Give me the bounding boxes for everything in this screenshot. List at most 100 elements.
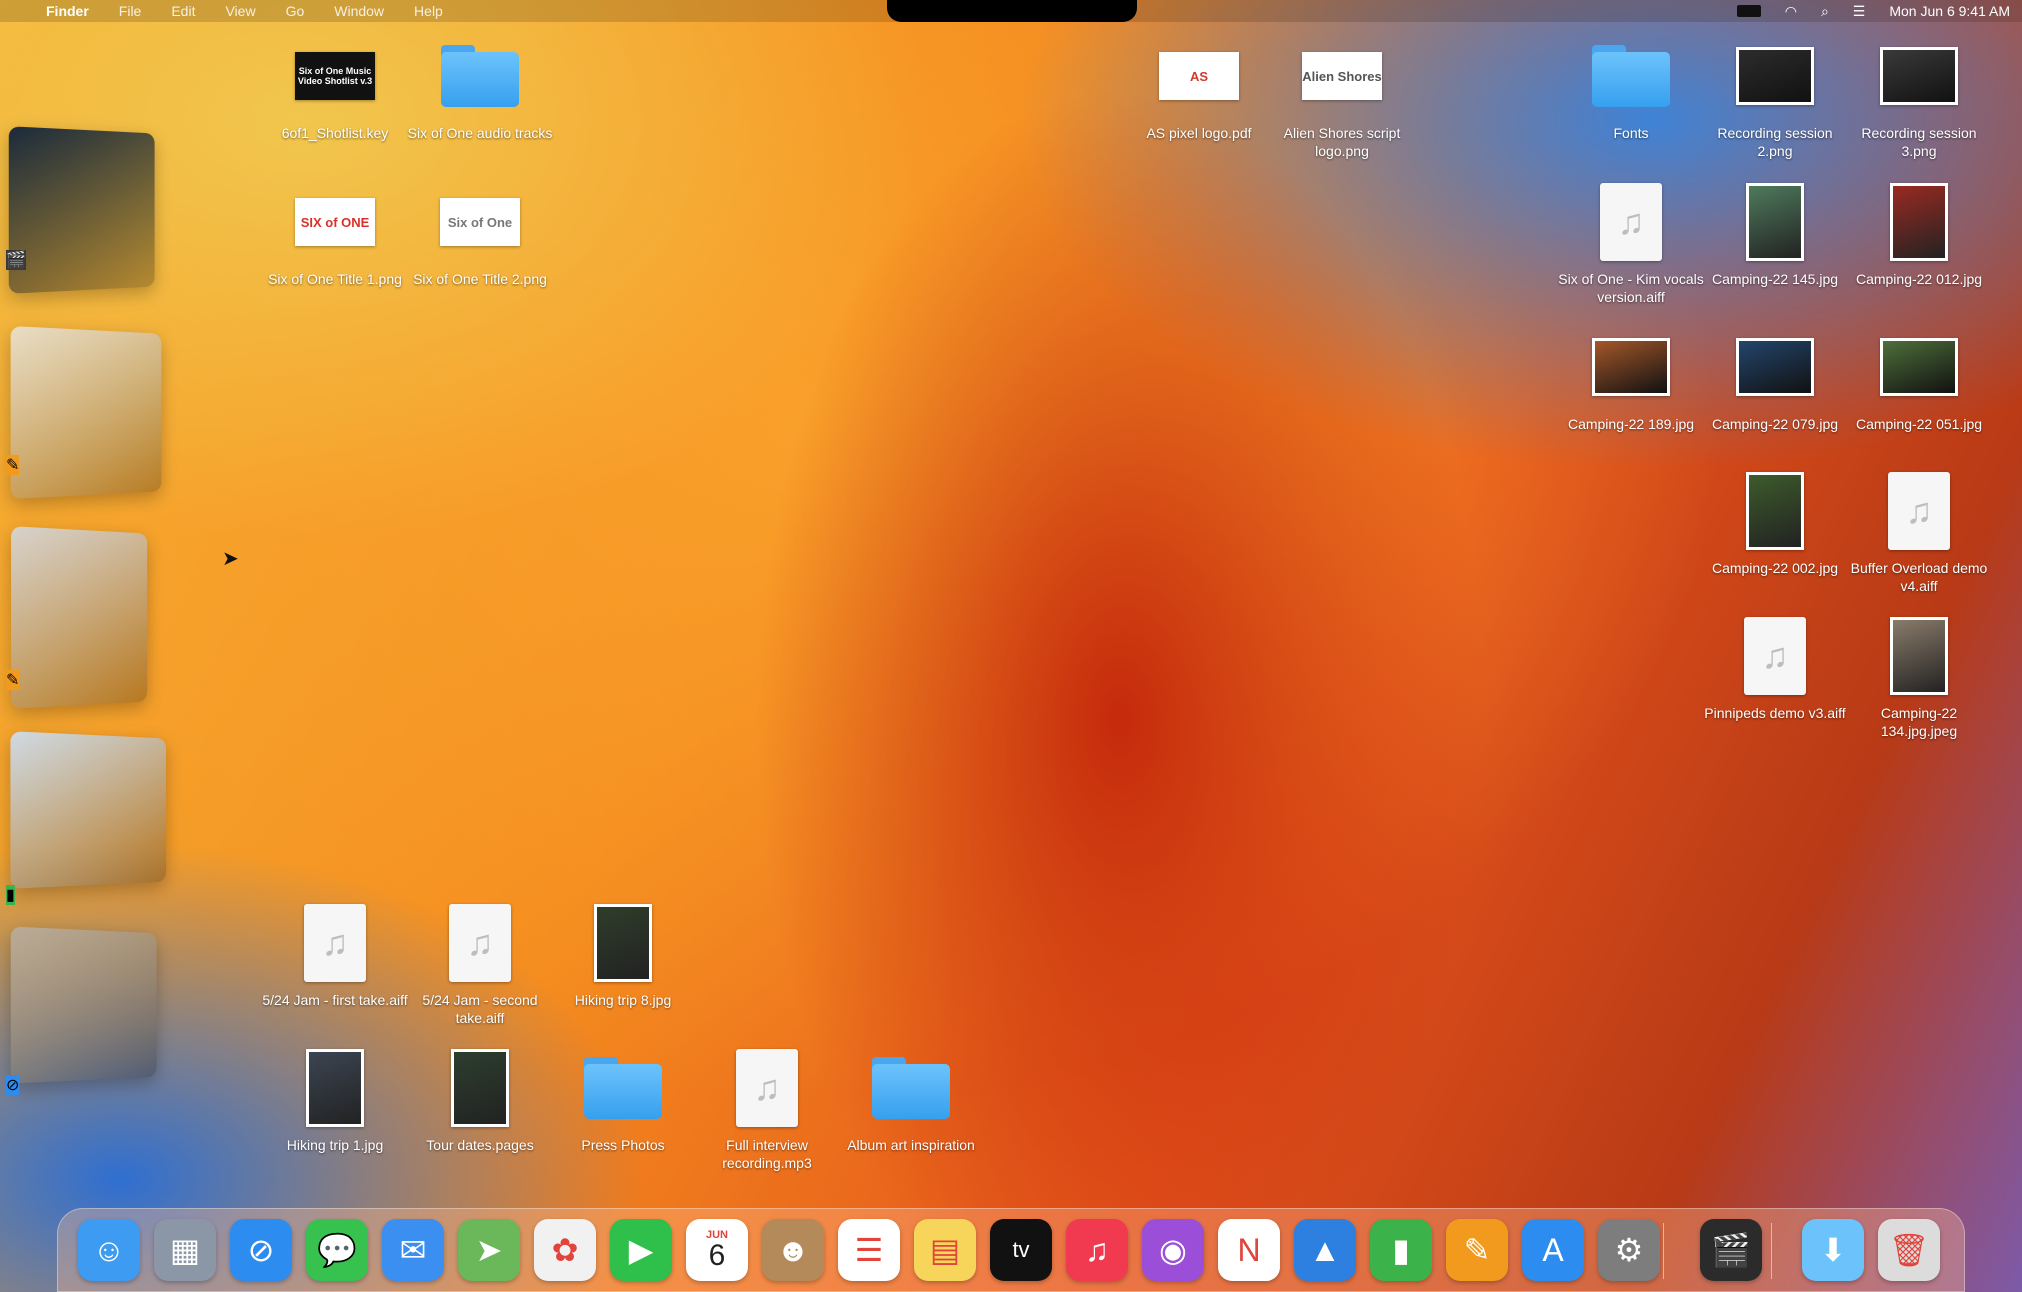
music-icon[interactable]: ♫ (1066, 1219, 1128, 1281)
apple-tv-icon[interactable]: tv (990, 1219, 1052, 1281)
desktop-icon[interactable]: Six of One audio tracks (405, 36, 555, 142)
desktop-icon[interactable]: Camping-22 012.jpg (1844, 182, 1994, 288)
file-thumbnail (1591, 327, 1671, 407)
menu-view[interactable]: View (225, 3, 255, 19)
desktop-icon-label: Alien Shores script logo.png (1283, 125, 1401, 159)
desktop-icon[interactable]: Camping-22 079.jpg (1700, 327, 1850, 433)
desktop-icon[interactable]: Press Photos (548, 1048, 698, 1154)
file-thumbnail (440, 1048, 520, 1128)
reminders-icon[interactable]: ☰ (838, 1219, 900, 1281)
desktop-icon-label: Tour dates.pages (426, 1137, 534, 1153)
photos-icon[interactable]: ✿ (534, 1219, 596, 1281)
desktop-icon[interactable]: ♫ Full interview recording.mp3 (692, 1048, 842, 1172)
desktop-icon[interactable]: Camping-22 145.jpg (1700, 182, 1850, 288)
file-thumbnail (583, 903, 663, 983)
file-thumbnail (295, 1048, 375, 1128)
desktop-icon[interactable]: AS AS pixel logo.pdf (1124, 36, 1274, 142)
launchpad-icon[interactable]: ▦ (154, 1219, 216, 1281)
audio-file-icon: ♫ (295, 903, 375, 983)
final-cut-pro-icon[interactable]: 🎬 (1700, 1219, 1762, 1281)
file-thumbnail (1735, 327, 1815, 407)
desktop-icon-label: Camping-22 145.jpg (1711, 271, 1839, 287)
desktop-icon[interactable]: SIX of ONE Six of One Title 1.png (260, 182, 410, 288)
desktop-icon-label: Camping-22 002.jpg (1711, 560, 1839, 576)
mail-icon[interactable]: ✉ (382, 1219, 444, 1281)
safari-icon[interactable]: ⊘ (230, 1219, 292, 1281)
folder-icon (440, 36, 520, 116)
mouse-pointer-icon: ➤ (222, 548, 239, 570)
stage-manager-group[interactable] (10, 325, 162, 500)
menu-go[interactable]: Go (286, 3, 305, 19)
finder-icon[interactable]: ☺ (78, 1219, 140, 1281)
desktop-icon-label: Six of One Title 1.png (268, 271, 402, 287)
desktop-icon-label: Camping-22 012.jpg (1855, 271, 1983, 287)
desktop-icon-label: Buffer Overload demo v4.aiff (1850, 560, 1988, 594)
desktop-icon[interactable]: Fonts (1556, 36, 1706, 142)
app-badge-icon: ✎ (6, 670, 20, 690)
desktop-icon[interactable]: Six of One Music Video Shotlist v.3 6of1_… (260, 36, 410, 142)
desktop-icon[interactable]: ♫ 5/24 Jam - first take.aiff (260, 903, 410, 1009)
numbers-icon[interactable]: ▮ (1370, 1219, 1432, 1281)
desktop-icon[interactable]: ♫ Six of One - Kim vocals version.aiff (1556, 182, 1706, 306)
file-thumbnail: Six of One (440, 182, 520, 262)
desktop-icon[interactable]: Camping-22 134.jpg.jpeg (1844, 616, 1994, 740)
podcasts-icon[interactable]: ◉ (1142, 1219, 1204, 1281)
desktop-icon[interactable]: Hiking trip 1.jpg (260, 1048, 410, 1154)
trash-icon[interactable]: 🗑 (1878, 1219, 1940, 1281)
desktop-icon-label: Camping-22 134.jpg.jpeg (1880, 705, 1958, 739)
desktop-icon[interactable]: ♫ Pinnipeds demo v3.aiff (1700, 616, 1850, 722)
menu-edit[interactable]: Edit (171, 3, 195, 19)
desktop-icon[interactable]: Camping-22 189.jpg (1556, 327, 1706, 433)
desktop-icon-label: Six of One - Kim vocals version.aiff (1558, 271, 1704, 305)
file-thumbnail: Six of One Music Video Shotlist v.3 (295, 36, 375, 116)
app-menu-finder[interactable]: Finder (46, 3, 89, 19)
audio-file-icon: ♫ (1591, 182, 1671, 262)
menu-file[interactable]: File (119, 3, 142, 19)
file-thumbnail (1879, 327, 1959, 407)
status-area: ◠ ⌕ ☰ Mon Jun 6 9:41 AM (1736, 0, 2010, 22)
stage-manager-group[interactable] (10, 926, 157, 1084)
stage-manager-group[interactable] (8, 126, 155, 294)
desktop-icon[interactable]: Six of One Six of One Title 2.png (405, 182, 555, 288)
desktop-icon[interactable]: Alien Shores Alien Shores script logo.png (1267, 36, 1417, 160)
desktop-icon-label: 6of1_Shotlist.key (281, 125, 389, 141)
desktop-icon-label: Six of One Title 2.png (413, 271, 547, 287)
desktop-icon[interactable]: ♫ Buffer Overload demo v4.aiff (1844, 471, 1994, 595)
control-center-icon[interactable]: ☰ (1853, 3, 1866, 20)
system-settings-icon[interactable]: ⚙ (1598, 1219, 1660, 1281)
maps-icon[interactable]: ➤ (458, 1219, 520, 1281)
downloads-icon[interactable]: ⬇ (1802, 1219, 1864, 1281)
facetime-icon[interactable]: ▶ (610, 1219, 672, 1281)
file-thumbnail (1735, 471, 1815, 551)
news-icon[interactable]: N (1218, 1219, 1280, 1281)
spotlight-icon[interactable]: ⌕ (1821, 3, 1829, 20)
keynote-icon[interactable]: ▲ (1294, 1219, 1356, 1281)
battery-icon[interactable] (1736, 5, 1761, 17)
clock[interactable]: Mon Jun 6 9:41 AM (1889, 3, 2010, 19)
wifi-icon[interactable]: ◠ (1785, 3, 1797, 20)
desktop-icon[interactable]: Recording session 2.png (1700, 36, 1850, 160)
stage-manager-group[interactable] (10, 731, 167, 889)
stage-manager-group[interactable] (11, 526, 148, 709)
desktop-icon-label: Full interview recording.mp3 (722, 1137, 812, 1171)
desktop-icon[interactable]: Camping-22 051.jpg (1844, 327, 1994, 433)
contacts-icon[interactable]: ☻ (762, 1219, 824, 1281)
app-store-icon[interactable]: A (1522, 1219, 1584, 1281)
menu-window[interactable]: Window (334, 3, 384, 19)
menu-help[interactable]: Help (414, 3, 443, 19)
desktop-icon[interactable]: Album art inspiration (836, 1048, 986, 1154)
desktop-icon[interactable]: Hiking trip 8.jpg (548, 903, 698, 1009)
desktop-icon-label: Six of One audio tracks (407, 125, 553, 141)
folder-icon (1591, 36, 1671, 116)
desktop-icon[interactable]: Camping-22 002.jpg (1700, 471, 1850, 577)
desktop-icon[interactable]: Tour dates.pages (405, 1048, 555, 1154)
messages-icon[interactable]: 💬 (306, 1219, 368, 1281)
app-badge-icon: ⊘ (6, 1075, 20, 1095)
notes-icon[interactable]: ▤ (914, 1219, 976, 1281)
file-thumbnail (1879, 36, 1959, 116)
calendar-icon[interactable]: JUN 6 (686, 1219, 748, 1281)
pages-icon[interactable]: ✎ (1446, 1219, 1508, 1281)
audio-file-icon: ♫ (1879, 471, 1959, 551)
desktop-icon[interactable]: ♫ 5/24 Jam - second take.aiff (405, 903, 555, 1027)
desktop-icon[interactable]: Recording session 3.png (1844, 36, 1994, 160)
